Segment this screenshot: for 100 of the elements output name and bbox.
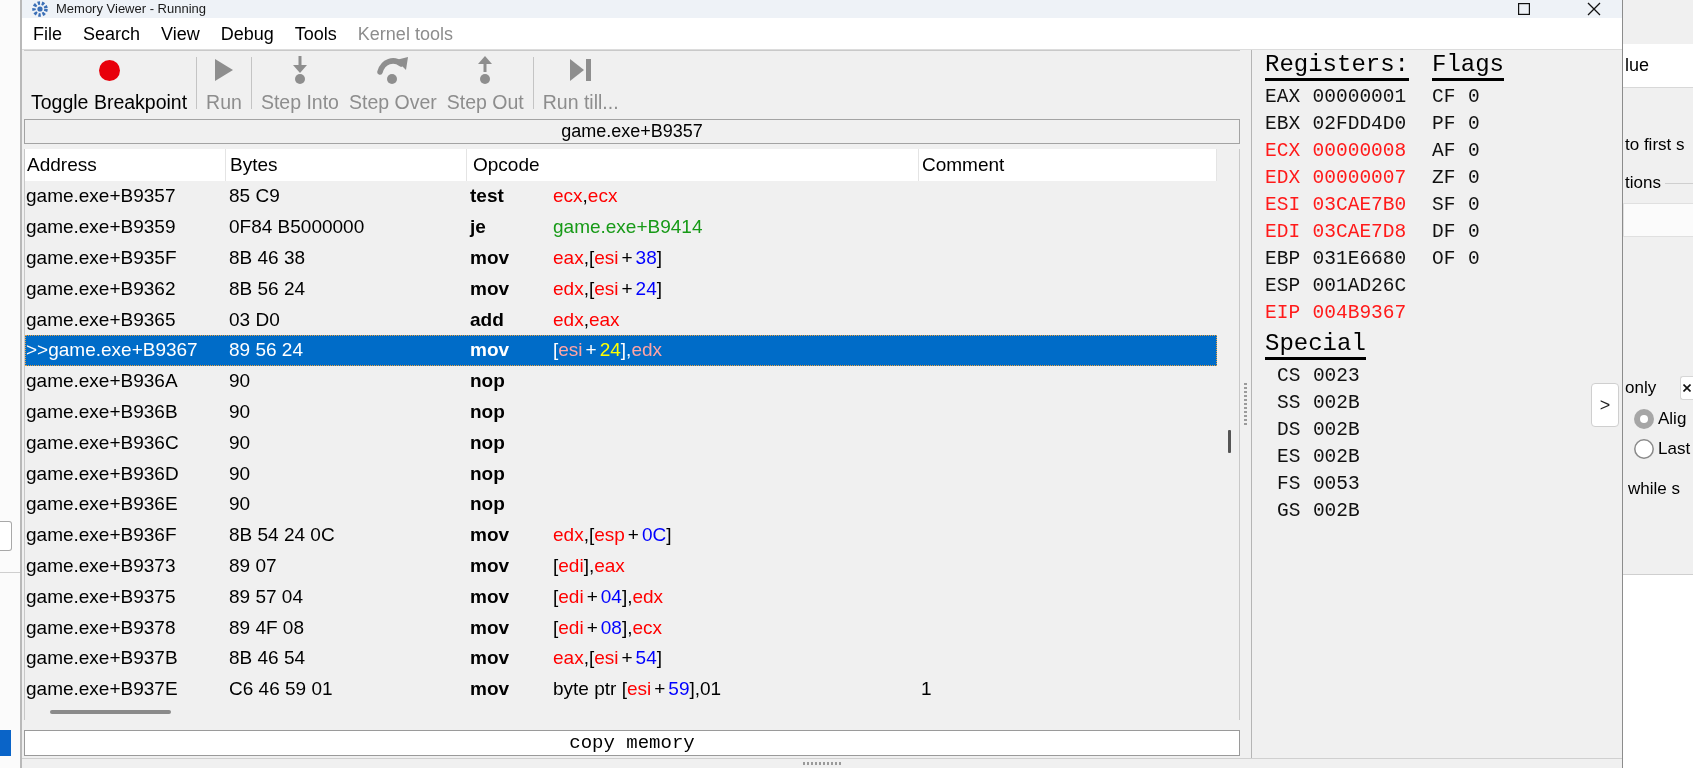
column-header: lue	[1623, 44, 1693, 88]
flag-value[interactable]: 0	[1467, 220, 1480, 243]
grip-icon[interactable]	[803, 762, 841, 765]
segment-name: CS	[1277, 364, 1301, 387]
bytes-cell-text: 8B 46 38	[228, 247, 307, 269]
mnemonic-cell-text: nop	[469, 493, 506, 516]
register-name: ESP	[1265, 274, 1301, 297]
flag-value[interactable]: 0	[1467, 166, 1480, 189]
address-cell-text: game.exe+B936A	[25, 370, 179, 393]
operand-cell: byte ptr [esi+59],01	[553, 678, 722, 701]
address-cell-text: game.exe+B936E	[25, 493, 179, 516]
register-name: ECX	[1265, 139, 1301, 162]
segment-name: DS	[1277, 418, 1301, 441]
segment-name: FS	[1277, 472, 1301, 495]
dot-icon	[98, 59, 120, 81]
menu-item[interactable]: Debug	[209, 20, 284, 47]
option-label: to first s	[1624, 134, 1685, 156]
mnemonic-cell-text: je	[468, 216, 487, 239]
operand-cell: game.exe+B9414	[553, 216, 703, 239]
mnemonic-cell-text: nop	[469, 462, 506, 485]
flag-name: ZF	[1432, 166, 1456, 189]
flag-name: PF	[1432, 112, 1456, 135]
x-icon	[1683, 384, 1691, 392]
bytes-cell-text: 90	[228, 462, 252, 485]
radio-button[interactable]	[1634, 409, 1654, 429]
section-heading: Special	[1265, 331, 1366, 360]
operand-cell: edx,[esp+0C]	[553, 524, 672, 547]
expand-button[interactable]: >	[1591, 383, 1619, 427]
segment-value: 0023	[1312, 364, 1360, 387]
segment-name: GS	[1277, 499, 1301, 522]
scrollbar-thumb[interactable]	[50, 710, 171, 715]
bytes-cell-text: 90	[228, 370, 252, 393]
flag-value[interactable]: 0	[1467, 112, 1480, 135]
option-label: only	[1625, 378, 1657, 398]
flag-name: OF	[1432, 247, 1456, 270]
segment-value: 002B	[1312, 418, 1360, 441]
table-row[interactable]: >>game.exe+B9367 89 56 24 mov [esi+24],edx	[25, 335, 1217, 366]
flag-name: DF	[1432, 220, 1456, 243]
close-icon[interactable]	[1587, 2, 1601, 16]
flag-value[interactable]: 0	[1467, 193, 1480, 216]
bytes-cell-text: 03 D0	[228, 308, 281, 331]
grip-icon[interactable]	[1244, 383, 1247, 427]
address-cell-text: game.exe+B9362	[25, 277, 177, 300]
group-label: tions	[1624, 172, 1661, 194]
bytes-cell-text: 90	[228, 493, 252, 516]
operand-cell: eax,[esi+38]	[553, 247, 663, 269]
address-cell-text: game.exe+B936C	[25, 431, 180, 454]
address-cell-text: game.exe+B9378	[25, 616, 177, 639]
address-cell-text: game.exe+B9365	[25, 308, 177, 331]
section-heading: Registers:	[1265, 52, 1410, 81]
window-title: Memory Viewer - Running	[56, 1, 207, 17]
maximize-icon[interactable]	[1518, 3, 1530, 15]
operand-cell: [edi],eax	[553, 554, 625, 577]
menu-item[interactable]: View	[150, 20, 210, 47]
register-name: EBP	[1265, 247, 1301, 270]
operand-cell: [edi+08],ecx	[553, 616, 663, 639]
menu-item[interactable]: Search	[72, 20, 151, 47]
register-value[interactable]: 001AD26C	[1312, 274, 1407, 297]
address-cell-text: game.exe+B9373	[25, 554, 177, 577]
bytes-cell-text: 8B 56 24	[228, 277, 307, 300]
toolbar-button[interactable]: Toggle Breakpoint	[26, 53, 193, 113]
radio-label: Alig	[1658, 409, 1687, 429]
menu-item[interactable]: File	[22, 20, 72, 47]
register-name: EDX	[1265, 166, 1301, 189]
register-name: ESI	[1265, 193, 1301, 216]
operand-cell: edx,[esi+24]	[553, 277, 663, 300]
register-value[interactable]: 031E6680	[1312, 247, 1407, 270]
clear-button[interactable]	[1680, 376, 1693, 400]
mnemonic-cell-text: mov	[469, 247, 511, 269]
bytes-cell-text: 8B 46 54	[228, 647, 307, 670]
register-name: EAX	[1265, 85, 1301, 108]
menu-item[interactable]: Tools	[283, 20, 347, 47]
mnemonic-cell-text: mov	[469, 647, 511, 670]
column-header[interactable]: Comment	[919, 149, 1217, 181]
mnemonic-cell-text: mov	[469, 554, 511, 577]
flag-value[interactable]: 0	[1467, 247, 1480, 270]
radio-button[interactable]	[1634, 439, 1654, 459]
flag-value[interactable]: 0	[1467, 85, 1480, 108]
scrollbar-thumb[interactable]	[1228, 430, 1231, 453]
segment-name: SS	[1277, 391, 1301, 414]
column-header[interactable]: Address	[25, 149, 226, 181]
operand-cell: ecx,ecx	[553, 185, 618, 208]
flag-value[interactable]: 0	[1467, 139, 1480, 162]
flag-name: SF	[1432, 193, 1456, 216]
gear-icon	[32, 1, 48, 17]
mnemonic-cell-text: mov	[469, 585, 511, 608]
segment-value: 002B	[1312, 445, 1360, 468]
bytes-cell-text: 89 07	[228, 554, 278, 577]
column-header[interactable]: Bytes	[226, 149, 467, 181]
operand-cell: [esi+24],edx	[553, 339, 663, 362]
radio-label: Last	[1658, 439, 1691, 459]
register-value[interactable]: 02FDD4D0	[1312, 112, 1407, 135]
register-value[interactable]: 00000001	[1312, 85, 1407, 108]
status-bar: copy memory	[24, 729, 1240, 756]
column-header[interactable]: Opcode	[467, 149, 919, 181]
mnemonic-cell-text: test	[469, 185, 505, 208]
bytes-cell-text: 89 57 04	[228, 585, 304, 608]
operand-cell: [edi+04],edx	[553, 585, 664, 608]
address-cell-text: game.exe+B936B	[25, 400, 179, 423]
input-field[interactable]	[0, 521, 12, 551]
